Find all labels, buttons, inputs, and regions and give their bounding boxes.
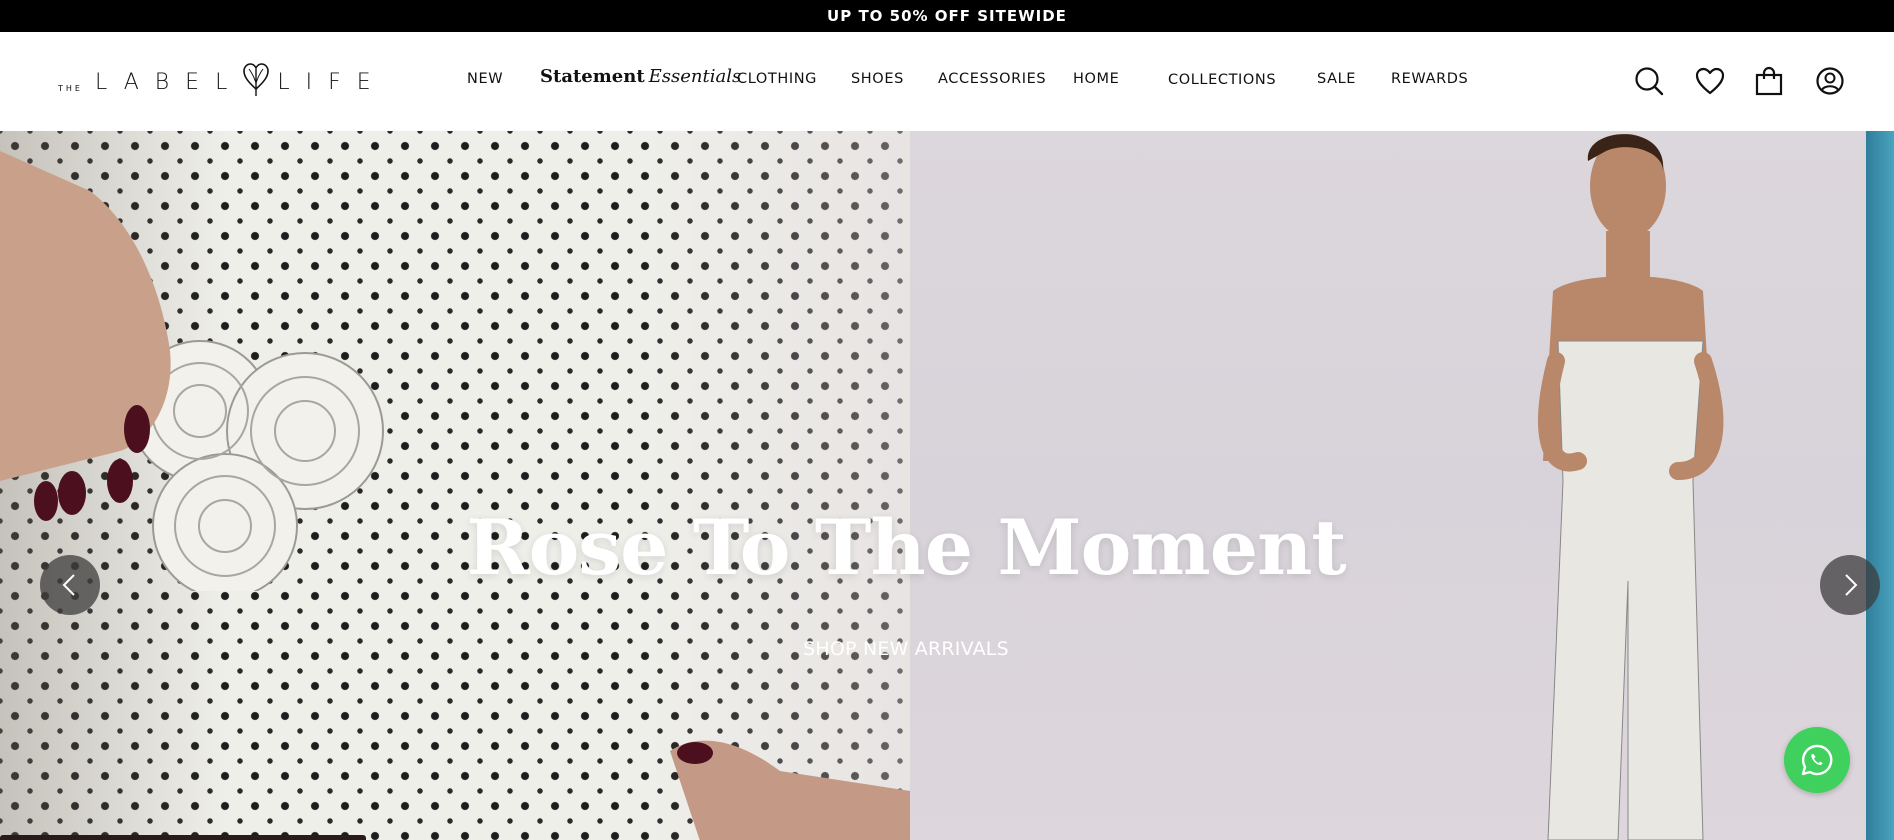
whatsapp-chat-button[interactable] bbox=[1784, 727, 1850, 793]
hero-slider: Rose To The Moment SHOP NEW ARRIVALS bbox=[0, 131, 1894, 840]
chevron-left-icon bbox=[62, 574, 75, 596]
nav-rewards[interactable]: REWARDS bbox=[1391, 71, 1468, 87]
hand-bottom-illustration bbox=[670, 740, 910, 840]
model-illustration bbox=[1538, 134, 1724, 840]
announcement-bar: UP TO 50% OFF SITEWIDE bbox=[0, 0, 1894, 32]
bottom-bar bbox=[0, 835, 366, 840]
search-icon[interactable] bbox=[1633, 65, 1665, 97]
nav-accessories[interactable]: ACCESSORIES bbox=[938, 71, 1046, 87]
main-nav: NEW Statement Essentials CLOTHING SHOES A… bbox=[0, 32, 1894, 131]
shop-new-arrivals-link[interactable]: SHOP NEW ARRIVALS bbox=[0, 638, 1812, 660]
nav-statement-essentials[interactable]: Statement Essentials bbox=[540, 66, 741, 87]
nav-home[interactable]: HOME bbox=[1073, 71, 1119, 87]
heart-icon[interactable] bbox=[1694, 65, 1726, 97]
chevron-right-icon bbox=[1845, 574, 1858, 596]
nav-collections[interactable]: COLLECTIONS bbox=[1168, 72, 1276, 88]
next-slide-button[interactable] bbox=[1820, 555, 1880, 615]
site-header: THE LABEL LIFE NEW Statement Essentials C… bbox=[0, 32, 1894, 132]
account-icon[interactable] bbox=[1814, 65, 1846, 97]
hero-title: Rose To The Moment bbox=[466, 503, 1346, 592]
nav-sale[interactable]: SALE bbox=[1317, 71, 1356, 87]
nav-statement-bold: Statement bbox=[540, 66, 645, 87]
nav-clothing[interactable]: CLOTHING bbox=[737, 71, 817, 87]
bag-icon[interactable] bbox=[1753, 65, 1785, 97]
nav-shoes[interactable]: SHOES bbox=[851, 71, 904, 87]
nav-new[interactable]: NEW bbox=[467, 71, 503, 87]
prev-slide-button[interactable] bbox=[40, 555, 100, 615]
announcement-text: UP TO 50% OFF SITEWIDE bbox=[827, 7, 1067, 25]
whatsapp-icon bbox=[1801, 744, 1833, 776]
hero-image-right bbox=[910, 131, 1866, 840]
next-slide-peek bbox=[1866, 131, 1894, 840]
nav-statement-italic: Essentials bbox=[648, 66, 742, 87]
hero-image-left bbox=[0, 131, 910, 840]
